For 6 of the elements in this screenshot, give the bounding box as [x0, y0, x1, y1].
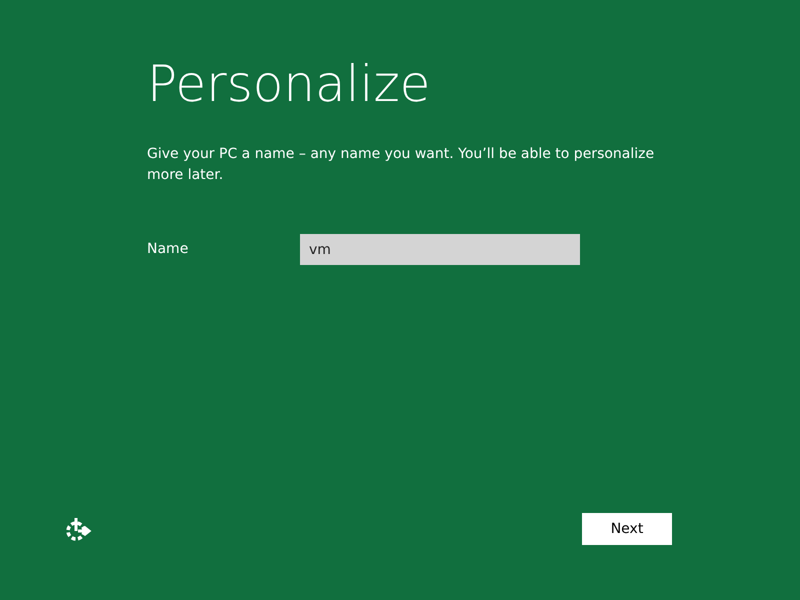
name-field[interactable]: vm	[300, 234, 580, 265]
description: Give your PC a name – any name you want. You’ll be able to personalize more later.	[147, 145, 656, 185]
page-title: Personalize	[147, 54, 430, 115]
next-button[interactable]: Next	[582, 513, 672, 545]
name-label: Name	[147, 240, 190, 259]
accessibility-icon[interactable]	[64, 516, 92, 542]
